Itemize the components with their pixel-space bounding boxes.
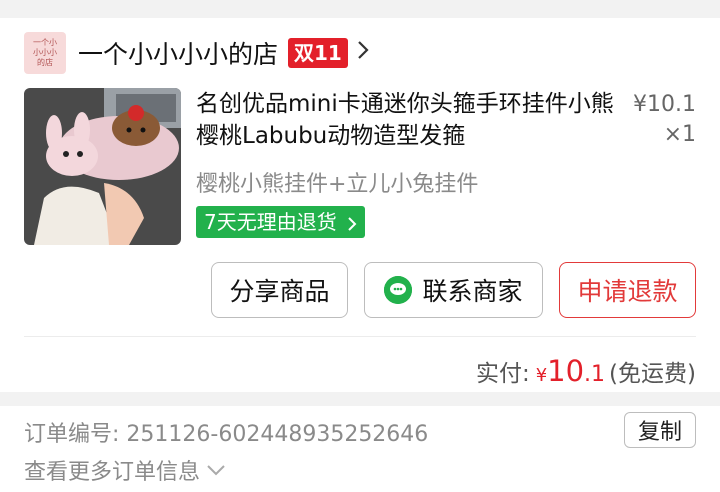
- product-quantity: ×1: [663, 122, 696, 147]
- chevron-right-icon[interactable]: [356, 40, 370, 66]
- double-eleven-badge: 双11: [288, 38, 348, 68]
- contact-merchant-button[interactable]: 联系商家: [364, 262, 543, 318]
- payment-summary: 实付: ¥10.1 (免运费): [476, 354, 696, 388]
- request-refund-button[interactable]: 申请退款: [559, 262, 696, 318]
- share-product-label: 分享商品: [229, 277, 330, 306]
- section-gap: [0, 392, 720, 406]
- product-thumbnail[interactable]: [24, 88, 181, 245]
- shop-logo-text-2: 小小小: [33, 48, 57, 57]
- order-card: 一个小 小小小 的店 一个小小小小的店 双11 名创优品mini卡通迷你头箍手环…: [0, 18, 720, 492]
- product-title[interactable]: 名创优品mini卡通迷你头箍手环挂件小熊樱桃Labubu动物造型发箍: [196, 88, 616, 152]
- copy-button[interactable]: 复制: [624, 412, 696, 448]
- more-order-info-label: 查看更多订单信息: [24, 460, 201, 485]
- product-price: ¥10.1: [633, 92, 696, 117]
- order-number-value: 251126-602448935252646: [126, 422, 429, 447]
- wechat-chat-icon: [384, 276, 413, 304]
- shop-header[interactable]: 一个小 小小小 的店 一个小小小小的店 双11: [24, 32, 370, 74]
- payment-amount-dec: .1: [584, 362, 606, 387]
- chevron-right-icon: [348, 216, 357, 231]
- shop-logo-text-1: 一个小: [33, 38, 57, 47]
- shop-logo[interactable]: 一个小 小小小 的店: [24, 32, 66, 74]
- return-policy-label: 7天无理由退货: [204, 210, 337, 234]
- share-product-button[interactable]: 分享商品: [211, 262, 348, 318]
- return-policy-badge[interactable]: 7天无理由退货: [196, 206, 366, 238]
- product-variant: 樱桃小熊挂件+立儿小兔挂件: [196, 172, 479, 197]
- order-number: 订单编号: 251126-602448935252646: [24, 416, 428, 448]
- shop-name[interactable]: 一个小小小小的店: [78, 35, 278, 71]
- payment-currency: ¥: [535, 365, 548, 386]
- divider: [24, 336, 696, 337]
- chevron-down-icon: [207, 465, 225, 476]
- contact-merchant-label: 联系商家: [422, 277, 523, 306]
- payment-amount: ¥10.1: [536, 354, 605, 388]
- payment-amount-int: 10: [547, 354, 585, 388]
- shipping-note: (免运费): [609, 361, 696, 387]
- more-order-info-link[interactable]: 查看更多订单信息: [24, 454, 226, 486]
- request-refund-label: 申请退款: [577, 277, 678, 306]
- order-number-label: 订单编号:: [24, 422, 120, 447]
- payment-label: 实付:: [475, 361, 530, 387]
- shop-logo-text-3: 的店: [37, 58, 53, 67]
